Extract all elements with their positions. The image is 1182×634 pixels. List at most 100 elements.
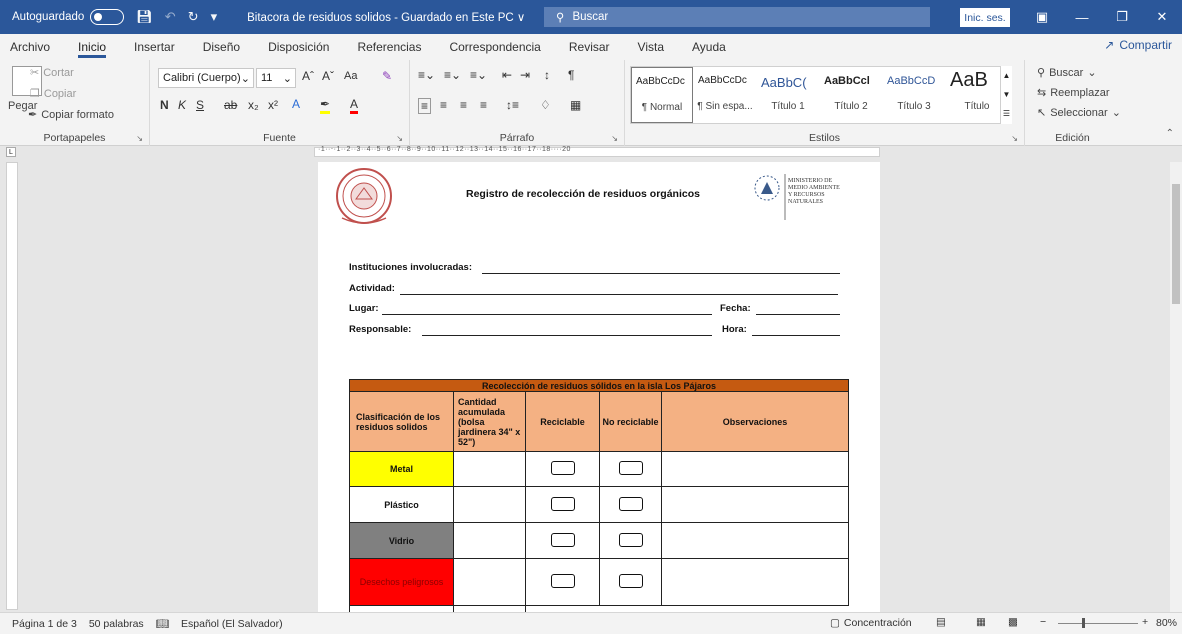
italic-icon[interactable]: K xyxy=(178,98,186,112)
scrollbar-thumb[interactable] xyxy=(1172,184,1180,304)
fecha-line[interactable] xyxy=(756,314,840,315)
superscript-icon[interactable]: x² xyxy=(268,98,278,112)
highlight-icon[interactable]: ✒ xyxy=(320,97,331,114)
proofing-icon[interactable]: 📖︎ xyxy=(156,617,169,630)
style-no-spacing[interactable]: AaBbCcDc ¶ Sin espa... xyxy=(694,67,756,123)
subscript-icon[interactable]: x₂ xyxy=(248,98,259,112)
non-recyclable-checkbox[interactable] xyxy=(618,532,643,547)
strikethrough-icon[interactable]: ab xyxy=(224,98,237,112)
save-icon[interactable]: 💾︎ xyxy=(136,9,153,25)
justify-icon[interactable]: ≡ xyxy=(480,98,487,112)
zoom-slider[interactable] xyxy=(1058,618,1138,628)
tab-insertar[interactable]: Insertar xyxy=(134,34,175,60)
undo-icon[interactable]: ↶ xyxy=(165,9,176,25)
font-name-combo[interactable]: Calibri (Cuerpo) ⌄ xyxy=(158,68,254,88)
grow-font-icon[interactable]: Aˆ xyxy=(302,69,314,83)
quantity-cell[interactable] xyxy=(453,451,526,487)
align-left-icon[interactable]: ≡ xyxy=(418,98,432,114)
lugar-line[interactable] xyxy=(382,314,712,315)
tab-ayuda[interactable]: Ayuda xyxy=(692,34,726,60)
style-heading-1[interactable]: AaBbC( Título 1 xyxy=(757,67,819,123)
tab-selector[interactable]: L xyxy=(6,147,16,157)
recyclable-checkbox[interactable] xyxy=(550,574,575,588)
word-count[interactable]: 50 palabras xyxy=(89,618,144,630)
styles-scroll[interactable]: ▲ ▼ ☰ xyxy=(1000,66,1012,124)
language-status[interactable]: Español (El Salvador) xyxy=(181,618,283,630)
clipboard-launcher-icon[interactable]: ↘ xyxy=(136,134,143,143)
quantity-cell[interactable] xyxy=(453,558,526,606)
hora-line[interactable] xyxy=(752,335,840,336)
format-painter-button[interactable]: ✒ Copiar formato xyxy=(28,108,114,122)
document-title[interactable]: Bitacora de residuos solidos - Guardado … xyxy=(247,10,525,24)
borders-icon[interactable]: ▦ xyxy=(570,98,581,112)
change-case-button[interactable]: Aa xyxy=(344,70,357,82)
tab-correspondencia[interactable]: Correspondencia xyxy=(449,34,540,60)
vertical-scrollbar[interactable] xyxy=(1170,162,1182,612)
tab-revisar[interactable]: Revisar xyxy=(569,34,610,60)
tab-diseno[interactable]: Diseño xyxy=(203,34,240,60)
style-normal[interactable]: AaBbCcDc ¶ Normal xyxy=(631,67,693,123)
customize-toolbar-icon[interactable]: ▾ xyxy=(211,9,218,25)
recyclable-checkbox[interactable] xyxy=(550,461,575,475)
minimize-icon[interactable]: — xyxy=(1062,0,1102,34)
page-count[interactable]: Página 1 de 3 xyxy=(12,618,77,630)
print-layout-icon[interactable]: ▦ xyxy=(976,616,986,628)
non-recyclable-checkbox[interactable] xyxy=(618,574,643,588)
sort-icon[interactable]: ↕ xyxy=(544,68,550,82)
recyclable-checkbox[interactable] xyxy=(550,496,575,511)
recyclable-checkbox[interactable] xyxy=(550,532,575,547)
tab-disposicion[interactable]: Disposición xyxy=(268,34,329,60)
font-color-icon[interactable]: A xyxy=(350,97,359,114)
horizontal-ruler[interactable]: ·1··⋅·1··2··3··4··5··6··7··8··9··10··11·… xyxy=(0,146,1182,158)
focus-mode-button[interactable]: ▢ Concentración xyxy=(830,617,912,629)
tab-vista[interactable]: Vista xyxy=(638,34,664,60)
cut-button[interactable]: ✂ Cortar xyxy=(30,66,74,80)
restore-icon[interactable]: ❐ xyxy=(1102,0,1142,34)
font-size-combo[interactable]: 11 ⌄ xyxy=(256,68,296,88)
share-button[interactable]: ↗ Compartir xyxy=(1104,38,1172,52)
autosave-control[interactable]: Autoguardado xyxy=(12,9,125,25)
paragraph-launcher-icon[interactable]: ↘ xyxy=(611,134,618,143)
multilevel-list-icon[interactable]: ≡⌄ xyxy=(470,68,487,82)
quantity-cell[interactable] xyxy=(453,522,526,559)
observations-cell[interactable] xyxy=(661,558,849,606)
replace-button[interactable]: ⇆ Reemplazar xyxy=(1037,86,1110,100)
actividad-line[interactable] xyxy=(400,294,838,295)
tab-inicio[interactable]: Inicio xyxy=(78,34,107,60)
copy-button[interactable]: ❐ Copiar xyxy=(30,87,76,101)
redo-icon[interactable]: ↻ xyxy=(188,9,199,25)
zoom-out-icon[interactable]: − xyxy=(1040,616,1046,628)
shading-icon[interactable]: ♢ xyxy=(540,98,551,112)
clear-format-icon[interactable]: ✎ xyxy=(382,69,392,83)
text-effects-icon[interactable]: A xyxy=(292,97,300,111)
quantity-cell[interactable] xyxy=(453,486,526,523)
observations-cell[interactable] xyxy=(661,486,849,523)
non-recyclable-checkbox[interactable] xyxy=(618,461,643,475)
find-button[interactable]: ⚲ Buscar ⌄ xyxy=(1037,66,1097,80)
decrease-indent-icon[interactable]: ⇤ xyxy=(502,68,512,82)
tab-archivo[interactable]: Archivo xyxy=(10,34,50,60)
collapse-ribbon-icon[interactable]: ⌃ xyxy=(1166,128,1174,139)
increase-indent-icon[interactable]: ⇥ xyxy=(520,68,530,82)
responsable-line[interactable] xyxy=(422,335,712,336)
numbering-icon[interactable]: ≡⌄ xyxy=(444,68,461,82)
underline-icon[interactable]: S xyxy=(196,98,204,112)
style-heading-3[interactable]: AaBbCcD Título 3 xyxy=(883,67,945,123)
align-right-icon[interactable]: ≡ xyxy=(460,98,467,112)
styles-launcher-icon[interactable]: ↘ xyxy=(1011,134,1018,143)
font-launcher-icon[interactable]: ↘ xyxy=(396,134,403,143)
pilcrow-icon[interactable]: ¶ xyxy=(568,68,574,82)
style-heading-2[interactable]: AaBbCcl Título 2 xyxy=(820,67,882,123)
select-button[interactable]: ↖ Seleccionar ⌄ xyxy=(1037,106,1121,120)
close-icon[interactable]: ✕ xyxy=(1142,0,1182,34)
non-recyclable-checkbox[interactable] xyxy=(618,496,643,511)
sign-in-button[interactable]: Inic. ses. xyxy=(960,8,1010,27)
read-mode-icon[interactable]: ▤ xyxy=(936,616,946,628)
zoom-level[interactable]: 80% xyxy=(1156,617,1177,629)
vertical-ruler[interactable] xyxy=(6,162,18,610)
bullets-icon[interactable]: ≡⌄ xyxy=(418,68,435,82)
document-page[interactable]: Registro de recolección de residuos orgá… xyxy=(318,162,880,612)
shrink-font-icon[interactable]: Aˇ xyxy=(322,69,334,83)
web-layout-icon[interactable]: ▩ xyxy=(1008,616,1018,628)
bold-icon[interactable]: N xyxy=(160,98,169,112)
